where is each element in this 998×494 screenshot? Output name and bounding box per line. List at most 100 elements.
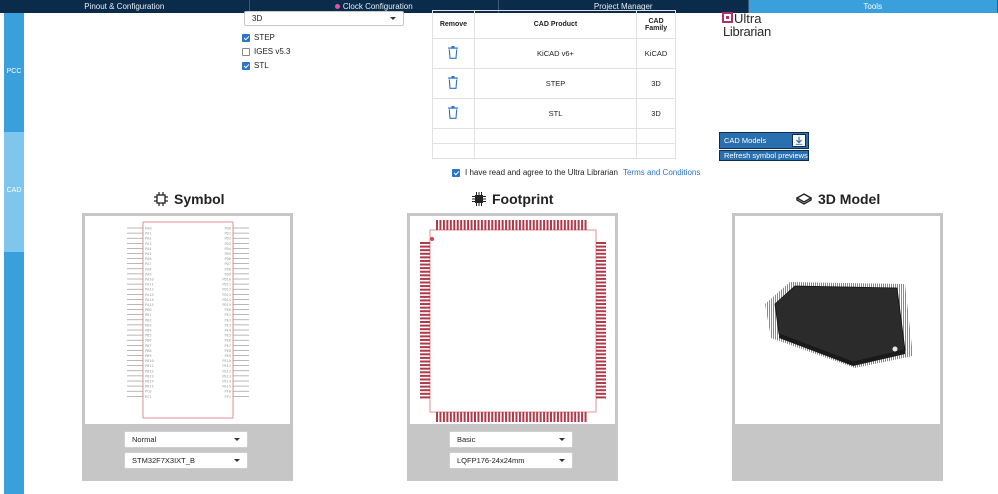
symbol-pin-label: PD8 xyxy=(225,267,232,271)
footprint-outline xyxy=(429,229,597,413)
footprint-drawing xyxy=(420,220,606,422)
footprint-pad xyxy=(420,263,430,266)
footprint-pad xyxy=(484,220,487,230)
footprint-pad xyxy=(596,335,606,338)
cad-family-cell: 3D xyxy=(636,98,676,129)
footprint-package-dropdown[interactable]: LQFP176-24x24mm xyxy=(449,452,573,469)
symbol-pin-label: PE9 xyxy=(225,354,232,358)
symbol-pin-label: PB0 xyxy=(145,308,152,312)
symbol-pin-label: PB3 xyxy=(145,323,152,327)
symbol-part-dropdown[interactable]: STM32F7X3IXT_B xyxy=(124,452,248,469)
trash-icon[interactable] xyxy=(448,106,459,119)
symbol-pin-label: PD3 xyxy=(225,242,232,246)
footprint-pad xyxy=(453,412,456,422)
symbol-pin-label: PA2 xyxy=(145,237,152,241)
footprint-pad xyxy=(420,349,430,352)
tab-pinout-configuration[interactable]: Pinout & Configuration xyxy=(0,0,250,13)
column-header-cad-product: CAD Product xyxy=(473,10,638,39)
3d-chip-render xyxy=(765,282,913,368)
symbol-body xyxy=(142,221,234,419)
rail-item-cad[interactable]: CAD xyxy=(4,132,24,252)
refresh-symbol-previews-button[interactable]: Refresh symbol previews xyxy=(719,150,809,161)
cad-family-cell: 3D xyxy=(636,68,676,99)
footprint-pad xyxy=(553,220,556,230)
footprint-pad xyxy=(477,412,480,422)
agree-checkbox[interactable] xyxy=(452,168,460,177)
footprint-pad xyxy=(596,349,606,352)
symbol-section-title: Symbol xyxy=(154,191,225,207)
3d-model-viewer[interactable] xyxy=(735,216,940,424)
rail-filler xyxy=(4,252,24,494)
symbol-pin-label: PA7 xyxy=(145,262,152,266)
terms-link[interactable]: Terms and Conditions xyxy=(623,168,700,177)
footprint-pad xyxy=(446,412,449,422)
footprint-pad xyxy=(420,392,430,395)
symbol-pin-label: PA1 xyxy=(145,232,152,236)
footprint-pad xyxy=(577,412,580,422)
footprint-pad xyxy=(436,412,438,422)
symbol-pin-label: PB1 xyxy=(145,313,152,317)
format-select[interactable]: 3D xyxy=(244,11,404,26)
3d-box-icon xyxy=(796,193,812,205)
symbol-pin-label: PB4 xyxy=(145,329,152,333)
trash-icon[interactable] xyxy=(448,46,459,59)
footprint-pad xyxy=(498,220,501,230)
footprint-pad xyxy=(420,281,430,284)
footprint-pad xyxy=(518,220,521,230)
footprint-pad xyxy=(596,374,606,377)
checkbox-icon[interactable] xyxy=(242,61,250,70)
footprint-pad xyxy=(501,220,504,230)
footprint-pad xyxy=(556,412,559,422)
terms-agreement: I have read and agree to the Ultra Libra… xyxy=(452,168,700,177)
footprint-pad xyxy=(596,346,606,349)
footprint-pad xyxy=(420,295,430,298)
checkbox-icon[interactable] xyxy=(242,33,250,42)
footprint-pad xyxy=(577,220,580,230)
footprint-pad xyxy=(491,412,494,422)
symbol-style-dropdown[interactable]: Normal xyxy=(124,431,248,448)
footprint-pad xyxy=(420,353,430,356)
footprint-pad xyxy=(420,382,430,385)
checkbox-step[interactable]: STEP xyxy=(242,33,275,42)
chevron-down-icon xyxy=(234,438,240,441)
symbol-pin-label: PA15 xyxy=(145,303,154,307)
footprint-pad xyxy=(550,220,552,230)
footprint-pad xyxy=(420,303,430,306)
symbol-pin-label: PB9 xyxy=(145,354,152,358)
symbol-pin-label: PE14 xyxy=(222,380,231,384)
footprint-pad xyxy=(480,412,483,422)
symbol-pin-label: PD7 xyxy=(225,262,232,266)
footprint-pad xyxy=(467,220,470,230)
download-icon xyxy=(792,134,806,147)
cad-models-button[interactable]: CAD Models xyxy=(719,132,809,149)
footprint-pad xyxy=(512,412,514,422)
footprint-pad xyxy=(420,277,430,280)
symbol-pin-label: PE10 xyxy=(222,359,231,363)
symbol-pin-label: PB10 xyxy=(145,359,154,363)
footprint-pad xyxy=(567,220,570,230)
rail-item-pcc[interactable]: PCC xyxy=(4,13,24,132)
footprint-style-dropdown[interactable]: Basic xyxy=(449,431,573,448)
trash-icon[interactable] xyxy=(448,76,459,89)
footprint-pad xyxy=(463,412,466,422)
symbol-pin-label: PC1 xyxy=(145,395,152,399)
footprint-pad xyxy=(484,412,487,422)
checkbox-icon[interactable] xyxy=(242,47,250,56)
symbol-pin-label: PF1 xyxy=(225,395,232,399)
footprint-pad xyxy=(460,220,463,230)
column-header-remove: Remove xyxy=(432,10,475,39)
footprint-pad xyxy=(420,259,430,262)
3d-model-section-title: 3D Model xyxy=(796,191,880,207)
footprint-pad xyxy=(596,378,606,381)
checkbox-stl[interactable]: STL xyxy=(242,61,269,70)
unsaved-dot-icon xyxy=(334,4,340,9)
symbol-pin-label: PA5 xyxy=(145,252,152,256)
footprint-pad xyxy=(474,412,476,422)
footprint-pad xyxy=(543,412,546,422)
footprint-pad xyxy=(596,338,606,341)
checkbox-iges[interactable]: IGES v5.3 xyxy=(242,47,290,56)
footprint-pad xyxy=(498,412,501,422)
footprint-pad xyxy=(491,220,494,230)
cad-product-cell: STL xyxy=(473,98,638,129)
footprint-pad xyxy=(420,331,430,334)
